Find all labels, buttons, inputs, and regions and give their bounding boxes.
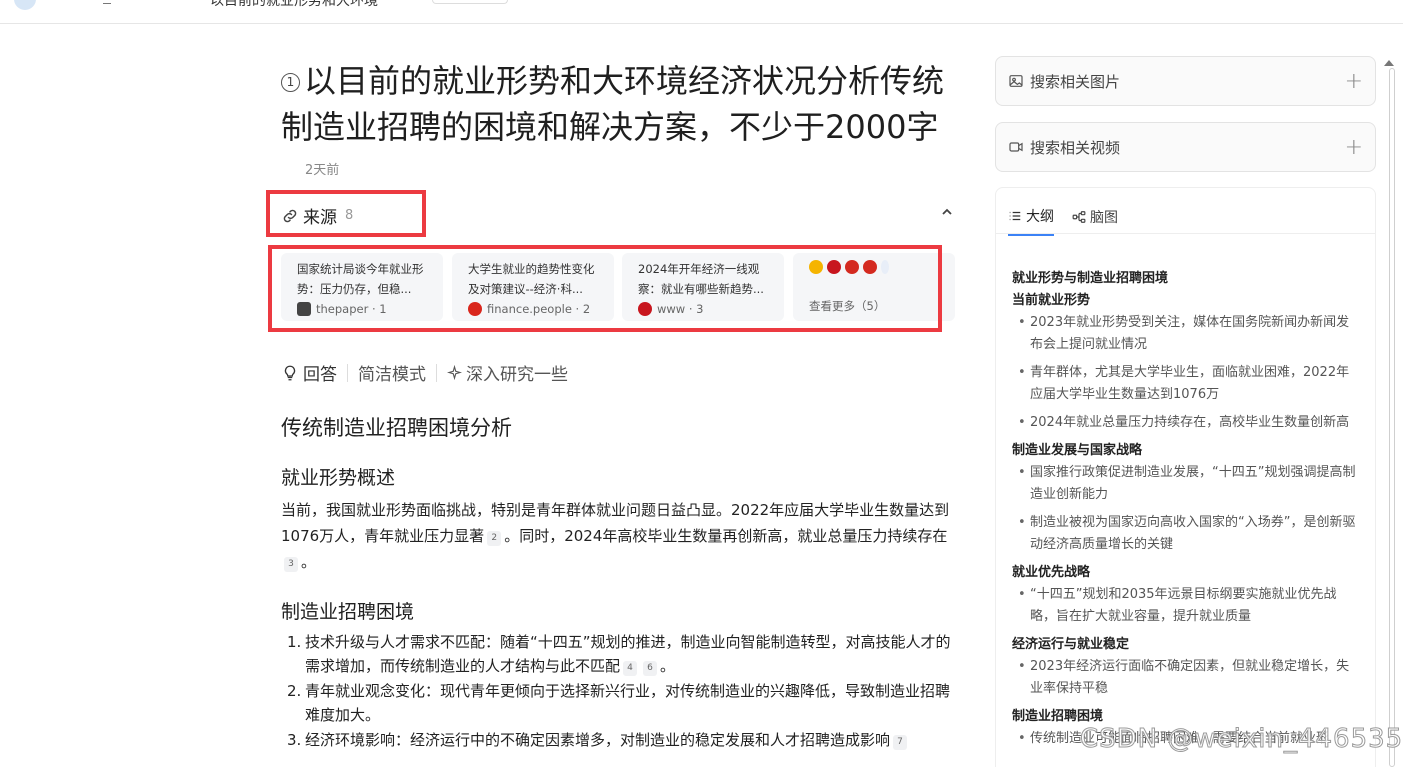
section-heading: 制造业招聘困境 [281, 601, 415, 623]
watermark: CSDN @weixin_44653590 [1079, 724, 1403, 755]
share-button[interactable] [432, 0, 508, 4]
video-icon [1009, 142, 1023, 152]
scrollbar[interactable] [1389, 56, 1396, 767]
highlight-box-sources [268, 245, 942, 332]
scrollbar-thumb[interactable] [1389, 68, 1395, 767]
outline-section[interactable]: 制造业发展与国家战略 [1012, 440, 1362, 462]
outline-root[interactable]: 就业形势与制造业招聘困境 [1012, 268, 1362, 290]
outline-panel: 大纲 脑图 就业形势与制造业招聘困境 当前就业形势 2023年就业形势受到关注，… [995, 187, 1376, 767]
tab-mindmap[interactable]: 脑图 [1072, 206, 1118, 236]
citation-badge[interactable]: 3 [284, 557, 298, 572]
answer-mode-bar: 回答 简洁模式 深入研究一些 [281, 360, 568, 385]
outline-item[interactable]: 2023年就业形势受到关注，媒体在国务院新闻办新闻发布会上提问就业情况 [1012, 312, 1362, 356]
citation-badge[interactable]: 2 [487, 531, 502, 546]
tab-outline[interactable]: 大纲 [1008, 206, 1054, 236]
deep-research-label: 深入研究一些 [466, 365, 568, 385]
divider [347, 363, 348, 382]
list-item: 3. 经济环境影响：经济运行中的不确定因素增多，对制造业的稳定发展和人才招聘造成影… [287, 728, 951, 752]
outline-item[interactable]: “十四五”规划和2035年远景目标纲要实施就业优先战略，旨在扩大就业容量，提升就… [1012, 584, 1362, 628]
search-images-button[interactable]: 搜索相关图片 + [995, 56, 1376, 106]
concise-mode-tab[interactable]: 简洁模式 [358, 360, 426, 385]
answer-label: 回答 [303, 365, 337, 385]
citation-badge[interactable]: 7 [893, 735, 908, 750]
chevron-up-icon[interactable] [939, 204, 955, 220]
sparkle-icon [447, 365, 462, 380]
citation-badge[interactable]: 4 [623, 661, 638, 676]
search-videos-button[interactable]: 搜索相关视频 + [995, 122, 1376, 172]
image-icon [1009, 75, 1023, 87]
outline-item[interactable]: 2024年就业总量压力持续存在，高校毕业生数量创新高 [1012, 412, 1362, 434]
lightbulb-icon [284, 365, 296, 380]
outline-section[interactable]: 就业优先战略 [1012, 562, 1362, 584]
highlight-box-sources-header [266, 190, 426, 237]
section-paragraph: 当前，我国就业形势面临挑战，特别是青年群体就业问题日益凸显。2022年应届大学毕… [281, 501, 950, 572]
outline-tabs: 大纲 脑图 [1008, 206, 1118, 236]
mindmap-icon [1072, 211, 1086, 223]
plus-icon[interactable]: + [1345, 69, 1363, 94]
plus-icon[interactable]: + [1345, 135, 1363, 160]
answer-tab[interactable]: 回答 [281, 360, 337, 385]
outline-section[interactable]: 经济运行与就业稳定 [1012, 634, 1362, 656]
answer-heading: 传统制造业招聘困境分析 [281, 416, 512, 440]
search-images-label: 搜索相关图片 [1030, 72, 1121, 91]
list-item: 2. 青年就业观念变化：现代青年更倾向于选择新兴行业，对传统制造业的兴趣降低，导致… [287, 682, 951, 724]
section-heading: 就业形势概述 [281, 467, 396, 489]
difficulty-list: 1. 技术升级与人才需求不匹配：随着“十四五”规划的推进，制造业向智能制造转型，对… [287, 630, 951, 753]
app-logo[interactable] [14, 0, 36, 10]
list-item: 1. 技术升级与人才需求不匹配：随着“十四五”规划的推进，制造业向智能制造转型，对… [287, 633, 951, 676]
outline-content: 就业形势与制造业招聘困境 当前就业形势 2023年就业形势受到关注，媒体在国务院… [1012, 268, 1362, 756]
conversation-title[interactable]: 以目前的就业形势和大环境 [210, 0, 378, 10]
question-title: 1 以目前的就业形势和大环境经济状况分析传统制造业招聘的困境和解决方案，不少于20… [281, 58, 961, 150]
top-bar: 以目前的就业形势和大环境 [0, 0, 1403, 24]
question-index-icon: 1 [281, 73, 300, 92]
outline-item[interactable]: 制造业被视为国家迈向高收入国家的“入场券”，是创新驱动经济高质量增长的关键 [1012, 512, 1362, 556]
citation-badge[interactable]: 6 [643, 661, 658, 676]
list-icon [1009, 211, 1021, 221]
outline-item[interactable]: 2023年经济运行面临不确定因素，但就业稳定增长，失业率保持平稳 [1012, 656, 1362, 700]
tab-divider [996, 233, 1375, 234]
deep-research-tab[interactable]: 深入研究一些 [447, 360, 568, 385]
outline-item[interactable]: 国家推行政策促进制造业发展，“十四五”规划强调提高制造业创新能力 [1012, 462, 1362, 506]
menu-icon[interactable] [103, 0, 111, 4]
outline-item[interactable]: 青年群体，尤其是大学毕业生，面临就业困难，2022年应届大学毕业生数量达到107… [1012, 362, 1362, 406]
question-time: 2天前 [305, 163, 340, 178]
search-videos-label: 搜索相关视频 [1030, 138, 1121, 157]
divider [436, 363, 437, 382]
question-text: 以目前的就业形势和大环境经济状况分析传统制造业招聘的困境和解决方案，不少于200… [281, 62, 945, 146]
outline-section[interactable]: 当前就业形势 [1012, 290, 1362, 312]
